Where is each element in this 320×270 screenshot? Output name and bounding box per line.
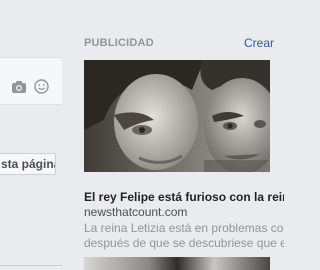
ad-title-link[interactable]: El rey Felipe está furioso con la reina … xyxy=(84,190,284,204)
create-ad-link[interactable]: Crear xyxy=(244,36,274,50)
ad-column: PUBLICIDAD Crear El rey Felipe está furi… xyxy=(84,0,284,270)
left-column: sta página xyxy=(0,0,62,270)
ad-section-label: PUBLICIDAD xyxy=(84,37,154,49)
ad-description-line2: después de que se descubriese que ell xyxy=(84,236,284,250)
composer-card xyxy=(0,57,62,105)
divider xyxy=(0,265,62,266)
emoji-icon[interactable] xyxy=(34,79,49,94)
second-ad-photo xyxy=(84,257,270,270)
ad-description-line1: La reina Letizia está en problemas con e… xyxy=(84,221,284,235)
second-ad-image[interactable] xyxy=(84,257,270,270)
ad-image[interactable] xyxy=(84,60,270,172)
ad-domain: newsthatcount.com xyxy=(84,205,188,219)
ad-photo xyxy=(84,60,270,172)
ad-header: PUBLICIDAD Crear xyxy=(84,36,274,53)
camera-icon[interactable] xyxy=(11,80,27,94)
page-button[interactable]: sta página xyxy=(0,153,56,175)
